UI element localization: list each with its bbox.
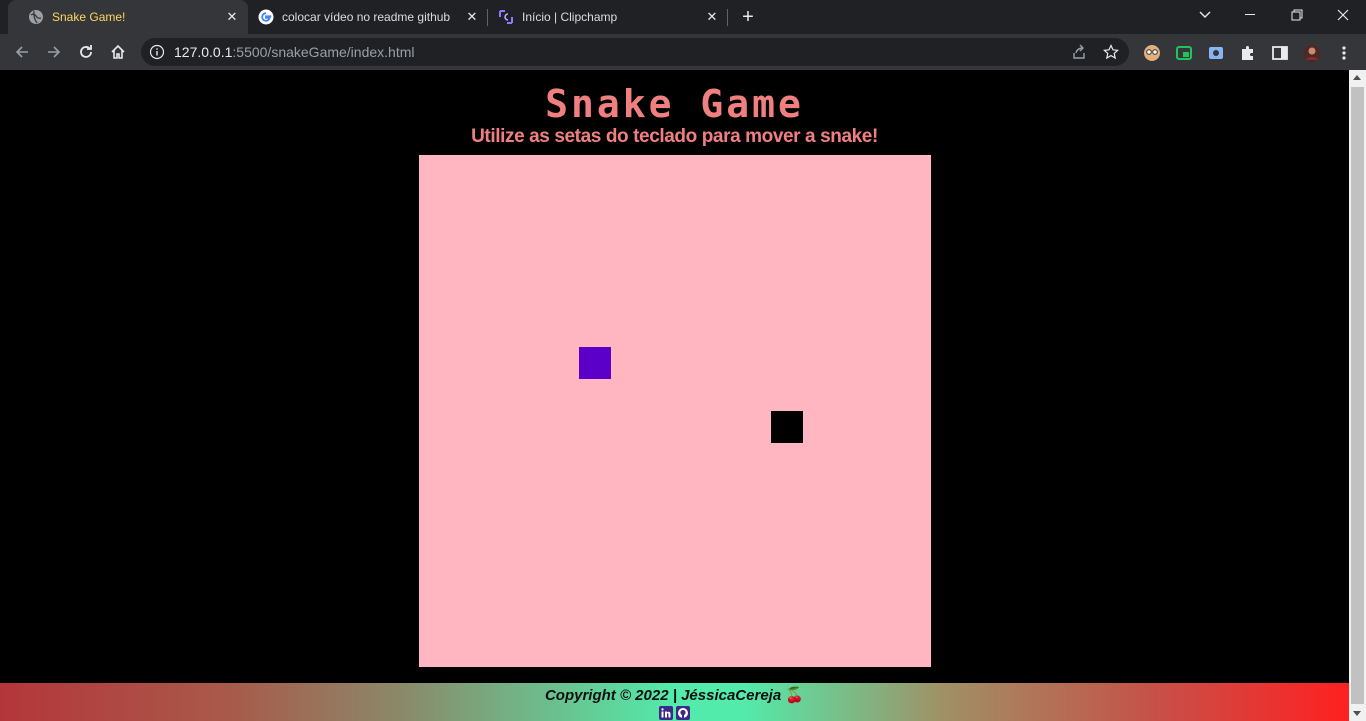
tab-title: Início | Clipchamp (522, 10, 618, 24)
food-block (579, 347, 611, 379)
new-tab-button[interactable]: + (736, 5, 760, 29)
tab-title: colocar vídeo no readme github (282, 10, 451, 24)
scrollbar-thumb[interactable] (1351, 87, 1364, 704)
url-text: 127.0.0.1:5500/snakeGame/index.html (174, 44, 415, 60)
share-icon[interactable] (1071, 44, 1087, 60)
github-icon[interactable] (676, 706, 690, 720)
bookmark-star-icon[interactable] (1103, 44, 1119, 60)
extension-face-icon[interactable] (1143, 44, 1161, 62)
browser-toolbar: 127.0.0.1:5500/snakeGame/index.html (0, 34, 1366, 70)
copyright-text: Copyright © 2022 | JéssicaCereja (544, 687, 782, 704)
snake-segment (771, 411, 803, 443)
extensions-puzzle-icon[interactable] (1239, 44, 1257, 62)
browser-menu-icon[interactable] (1335, 44, 1353, 62)
google-icon (258, 9, 274, 25)
page-viewport: Snake Game Utilize as setas do teclado p… (0, 70, 1349, 721)
url-path: :5500/snakeGame/index.html (232, 44, 415, 60)
profile-avatar-icon[interactable] (1303, 44, 1321, 62)
reload-icon[interactable] (72, 38, 100, 66)
tab-search-icon[interactable] (1182, 0, 1228, 30)
tab-strip: Snake Game! ✕ colocar vídeo no readme gi… (0, 0, 1366, 34)
tab-clipchamp[interactable]: Início | Clipchamp ✕ (488, 0, 728, 34)
game-board[interactable] (419, 155, 931, 667)
extension-pip-icon[interactable] (1175, 44, 1193, 62)
clipchamp-icon (498, 9, 514, 25)
site-info-icon[interactable] (149, 44, 165, 60)
cherry-icon: 🍒 (785, 687, 805, 704)
url-host: 127.0.0.1 (174, 44, 233, 60)
side-panel-icon[interactable] (1271, 44, 1289, 62)
back-icon[interactable] (8, 38, 36, 66)
page-title: Snake Game (545, 82, 804, 126)
globe-icon (28, 9, 44, 25)
tab-readme-search[interactable]: colocar vídeo no readme github ✕ (248, 0, 488, 34)
linkedin-icon[interactable] (659, 706, 673, 720)
forward-icon[interactable] (40, 38, 68, 66)
tab-separator (727, 9, 728, 26)
instructions-text: Utilize as setas do teclado para mover a… (471, 126, 878, 147)
close-window-icon[interactable] (1320, 0, 1366, 30)
address-bar[interactable]: 127.0.0.1:5500/snakeGame/index.html (141, 38, 1129, 66)
scroll-up-arrow-icon[interactable] (1353, 75, 1361, 80)
restore-icon[interactable] (1274, 0, 1320, 30)
copyright-line: Copyright © 2022 | JéssicaCereja 🍒 (0, 686, 1349, 704)
social-links (659, 706, 690, 720)
footer: Copyright © 2022 | JéssicaCereja 🍒 (0, 683, 1349, 721)
home-icon[interactable] (104, 38, 132, 66)
minimize-icon[interactable] (1228, 0, 1274, 30)
close-tab-icon[interactable]: ✕ (224, 9, 240, 25)
close-tab-icon[interactable]: ✕ (704, 9, 720, 25)
close-tab-icon[interactable]: ✕ (464, 9, 480, 25)
extension-screen-record-icon[interactable] (1207, 44, 1225, 62)
vertical-scrollbar[interactable] (1349, 70, 1366, 721)
tab-title: Snake Game! (52, 10, 126, 24)
scroll-down-arrow-icon[interactable] (1353, 711, 1361, 716)
tab-snake-game[interactable]: Snake Game! ✕ (8, 0, 248, 34)
